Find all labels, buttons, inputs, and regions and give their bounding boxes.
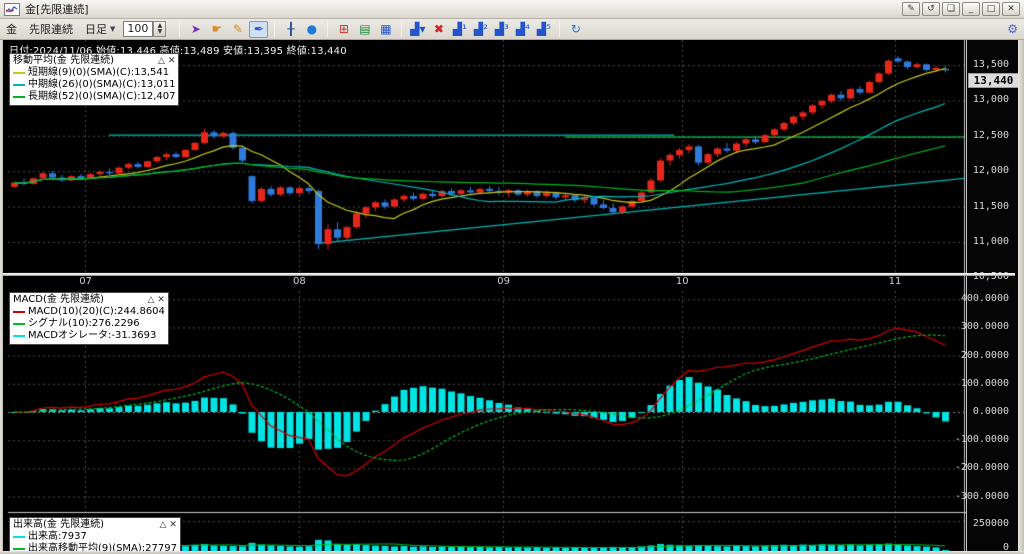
y-axis-tick: -100.0000 [955, 434, 1009, 445]
layout-5-icon[interactable]: ▟⁵ [534, 21, 553, 38]
settings-wrench-icon[interactable]: ⚙ [1007, 22, 1018, 36]
legend-swatch [13, 323, 25, 325]
delete-study-icon[interactable]: ✖ [429, 21, 448, 38]
scroll-latest-icon[interactable]: ● [302, 21, 321, 38]
chart-area: 日付:2024/11/06 始値:13,446 高値:13,489 安値:13,… [3, 40, 1018, 551]
annotate-icon[interactable]: ✎ [902, 2, 920, 16]
y-axis-tick: 13,500 [973, 59, 1009, 70]
y-axis-tick: -200.0000 [955, 462, 1009, 473]
legend-swatch [13, 536, 25, 538]
legend-row: MACD(10)(20)(C):244.8604 [13, 306, 165, 318]
y-axis-tick: 200.0000 [961, 350, 1009, 361]
legend-row: 長期線(52)(0)(SMA)(C):12,407 [13, 91, 175, 103]
legend-minimize-icon[interactable]: △ [147, 294, 154, 306]
candle-select-icon[interactable]: ╂ [281, 21, 300, 38]
y-axis-tick: 250000 [973, 518, 1009, 529]
panel-separator[interactable] [0, 273, 1015, 276]
y-axis-tick: 300.0000 [961, 321, 1009, 332]
y-axis-tick: 0.0000 [973, 406, 1009, 417]
draw-pen-icon[interactable]: ✒ [249, 21, 268, 38]
macd-legend-title: MACD(金 先限連続) [13, 294, 104, 306]
legend-row-text: 出来高:7937 [28, 531, 87, 543]
legend-row: シグナル(10):276.2296 [13, 318, 165, 330]
draw-pencil-icon[interactable]: ✎ [228, 21, 247, 38]
chart-window-icon[interactable]: ⊞ [334, 21, 353, 38]
legend-swatch [13, 84, 25, 86]
legend-minimize-icon[interactable]: △ [158, 55, 165, 67]
window-frame-left [0, 40, 3, 554]
toolbar: 金 先限連続 日足 ▼ 100 ▲▼ ➤☛✎✒ ╂● ⊞▤▦ ▟▾✖▟¹▟²▟³▟⁴▟… [0, 19, 1024, 40]
histogram-menu-icon[interactable]: ▟▾ [408, 21, 427, 38]
chevron-down-icon: ▼ [110, 25, 115, 33]
legend-row: 中期線(26)(0)(SMA)(C):13,011 [13, 79, 175, 91]
layout-1-icon[interactable]: ▟¹ [450, 21, 469, 38]
legend-row-text: 中期線(26)(0)(SMA)(C):13,011 [28, 79, 175, 91]
x-axis-label: 11 [889, 276, 902, 287]
y-axis-tick: 100.0000 [961, 378, 1009, 389]
bar-count-stepper[interactable]: 100 ▲▼ [123, 21, 166, 37]
y-axis-tick: 400.0000 [961, 293, 1009, 304]
legend-row-text: 短期線(9)(0)(SMA)(C):13,541 [28, 67, 169, 79]
period-dropdown[interactable]: 日足 ▼ [85, 21, 115, 37]
layout-4-icon[interactable]: ▟⁴ [513, 21, 532, 38]
x-axis-label: 09 [497, 276, 510, 287]
grid-icon[interactable]: ▦ [376, 21, 395, 38]
legend-swatch [13, 311, 25, 313]
close-button[interactable]: ✕ [1002, 2, 1020, 16]
symbol-label[interactable]: 金 [6, 21, 17, 37]
legend-row: MACDオシレータ:-31.3693 [13, 330, 165, 342]
layout-3-icon[interactable]: ▟³ [492, 21, 511, 38]
duplicate-window-icon[interactable]: ❏ [942, 2, 960, 16]
y-axis-tick: 12,000 [973, 165, 1009, 176]
legend-close-icon[interactable]: ✕ [168, 55, 176, 67]
legend-row: 短期線(9)(0)(SMA)(C):13,541 [13, 67, 175, 79]
pan-hand-icon[interactable]: ☛ [207, 21, 226, 38]
legend-swatch [13, 72, 25, 74]
maximize-button[interactable]: □ [982, 2, 1000, 16]
legend-row-text: MACD(10)(20)(C):244.8604 [28, 306, 165, 318]
legend-close-icon[interactable]: ✕ [169, 519, 177, 531]
bar-count-value[interactable]: 100 [123, 21, 153, 37]
legend-swatch [13, 96, 25, 98]
app-chart-icon [4, 3, 20, 16]
ma-legend-title: 移動平均(金 先限連続) [13, 55, 114, 67]
window-title: 金[先限連続] [25, 1, 89, 17]
x-axis-label: 08 [293, 276, 306, 287]
quote-table-icon[interactable]: ▤ [355, 21, 374, 38]
title-bar: 金[先限連続] ✎ ↺ ❏ _ □ ✕ [0, 0, 1024, 19]
legend-swatch [13, 548, 25, 550]
layout-2-icon[interactable]: ▟² [471, 21, 490, 38]
x-axis-label: 07 [79, 276, 92, 287]
refresh-icon[interactable]: ↻ [566, 21, 585, 38]
last-price-tag: 13,440 [968, 73, 1019, 88]
legend-row-text: MACDオシレータ:-31.3693 [28, 330, 156, 342]
y-axis-tick: 11,500 [973, 201, 1009, 212]
x-axis-month-labels: 07 08 09 10 11 [3, 274, 963, 290]
window-frame-right [1018, 40, 1024, 554]
stepper-arrows[interactable]: ▲▼ [153, 21, 166, 37]
app-window: 金[先限連続] ✎ ↺ ❏ _ □ ✕ 金 先限連続 日足 ▼ 100 ▲▼ ➤… [0, 0, 1024, 554]
period-value: 日足 [85, 21, 107, 37]
y-axis-tick: 13,000 [973, 94, 1009, 105]
y-axis-tick: 12,500 [973, 130, 1009, 141]
y-axis-tick: -300.0000 [955, 491, 1009, 502]
legend-row-text: シグナル(10):276.2296 [28, 318, 140, 330]
ma-legend: 移動平均(金 先限連続) △ ✕ 短期線(9)(0)(SMA)(C):13,54… [9, 53, 179, 106]
volume-legend-title: 出来高(金 先限連続) [13, 519, 104, 531]
restore-layout-icon[interactable]: ↺ [922, 2, 940, 16]
legend-close-icon[interactable]: ✕ [157, 294, 165, 306]
legend-row-text: 長期線(52)(0)(SMA)(C):12,407 [28, 91, 175, 103]
select-cursor-icon[interactable]: ➤ [186, 21, 205, 38]
series-label[interactable]: 先限連続 [29, 21, 73, 37]
y-axis-tick: 11,000 [973, 236, 1009, 247]
volume-legend: 出来高(金 先限連続) △ ✕ 出来高:7937出来高移動平均(9)(SMA):… [9, 517, 181, 554]
macd-legend: MACD(金 先限連続) △ ✕ MACD(10)(20)(C):244.860… [9, 292, 169, 345]
minimize-button[interactable]: _ [962, 2, 980, 16]
legend-swatch [13, 335, 25, 337]
legend-minimize-icon[interactable]: △ [160, 519, 167, 531]
x-axis-label: 10 [676, 276, 689, 287]
y-axis-column: 13,440 13,500 13,000 12,500 12,000 11,500 11,… [966, 40, 1019, 551]
legend-row: 出来高:7937 [13, 531, 177, 543]
